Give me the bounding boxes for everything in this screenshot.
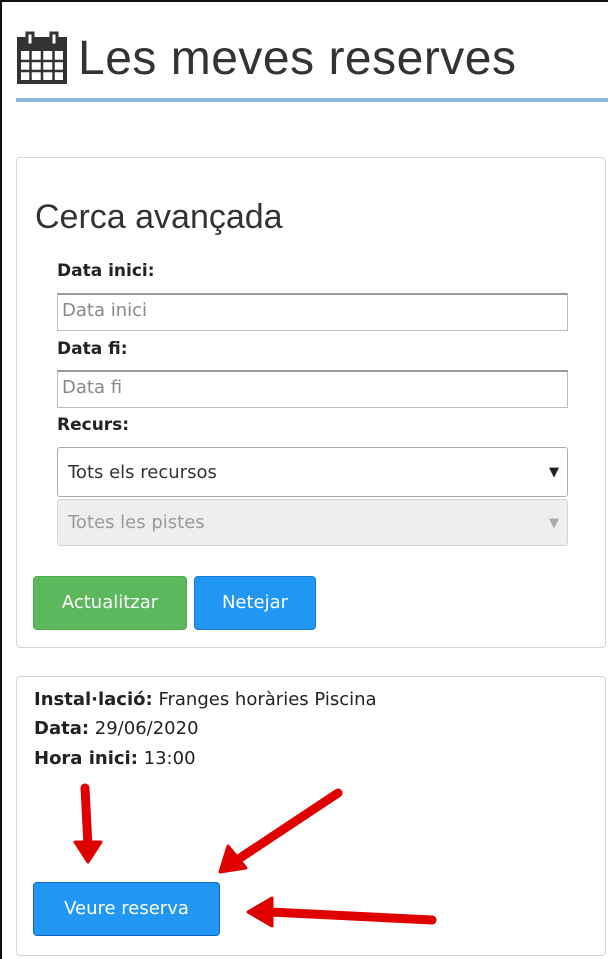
start-date-field[interactable]: Data inici <box>57 293 568 331</box>
start-date-label: Data inici: <box>57 261 155 281</box>
installation-label: Instal·lació: <box>34 689 153 710</box>
caret-down-icon: ▼ <box>549 465 559 480</box>
end-date-label: Data fi: <box>57 339 128 359</box>
date-line: Data: 29/06/2020 <box>34 718 199 739</box>
search-panel-title: Cerca avançada <box>35 198 283 236</box>
tracks-selected-value: Totes les pistes <box>68 512 205 533</box>
date-value: 29/06/2020 <box>94 718 199 739</box>
page-title: Les meves reserves <box>78 31 517 85</box>
end-date-field[interactable]: Data fi <box>57 370 568 408</box>
end-date-placeholder: Data fi <box>62 377 123 398</box>
resource-selected-value: Tots els recursos <box>68 462 217 483</box>
start-time-line: Hora inici: 13:00 <box>34 748 196 769</box>
clear-button[interactable]: Netejar <box>194 576 316 630</box>
installation-value: Franges horàries Piscina <box>158 689 377 710</box>
date-label: Data: <box>34 718 90 739</box>
page-header: Les meves reserves <box>16 18 608 102</box>
update-button[interactable]: Actualitzar <box>33 576 187 630</box>
tracks-select: Totes les pistes ▼ <box>57 499 568 546</box>
caret-down-icon: ▼ <box>549 516 559 531</box>
start-time-value: 13:00 <box>143 748 196 769</box>
calendar-icon <box>17 31 67 84</box>
booking-card: Instal·lació: Franges horàries Piscina D… <box>16 676 606 956</box>
view-booking-button[interactable]: Veure reserva <box>33 882 220 936</box>
resource-label: Recurs: <box>57 415 130 435</box>
installation-line: Instal·lació: Franges horàries Piscina <box>34 689 377 710</box>
advanced-search-panel: Cerca avançada Data inici: Data inici Da… <box>16 157 606 648</box>
start-date-placeholder: Data inici <box>62 300 148 321</box>
start-time-label: Hora inici: <box>34 748 138 769</box>
resource-select[interactable]: Tots els recursos ▼ <box>57 447 568 497</box>
